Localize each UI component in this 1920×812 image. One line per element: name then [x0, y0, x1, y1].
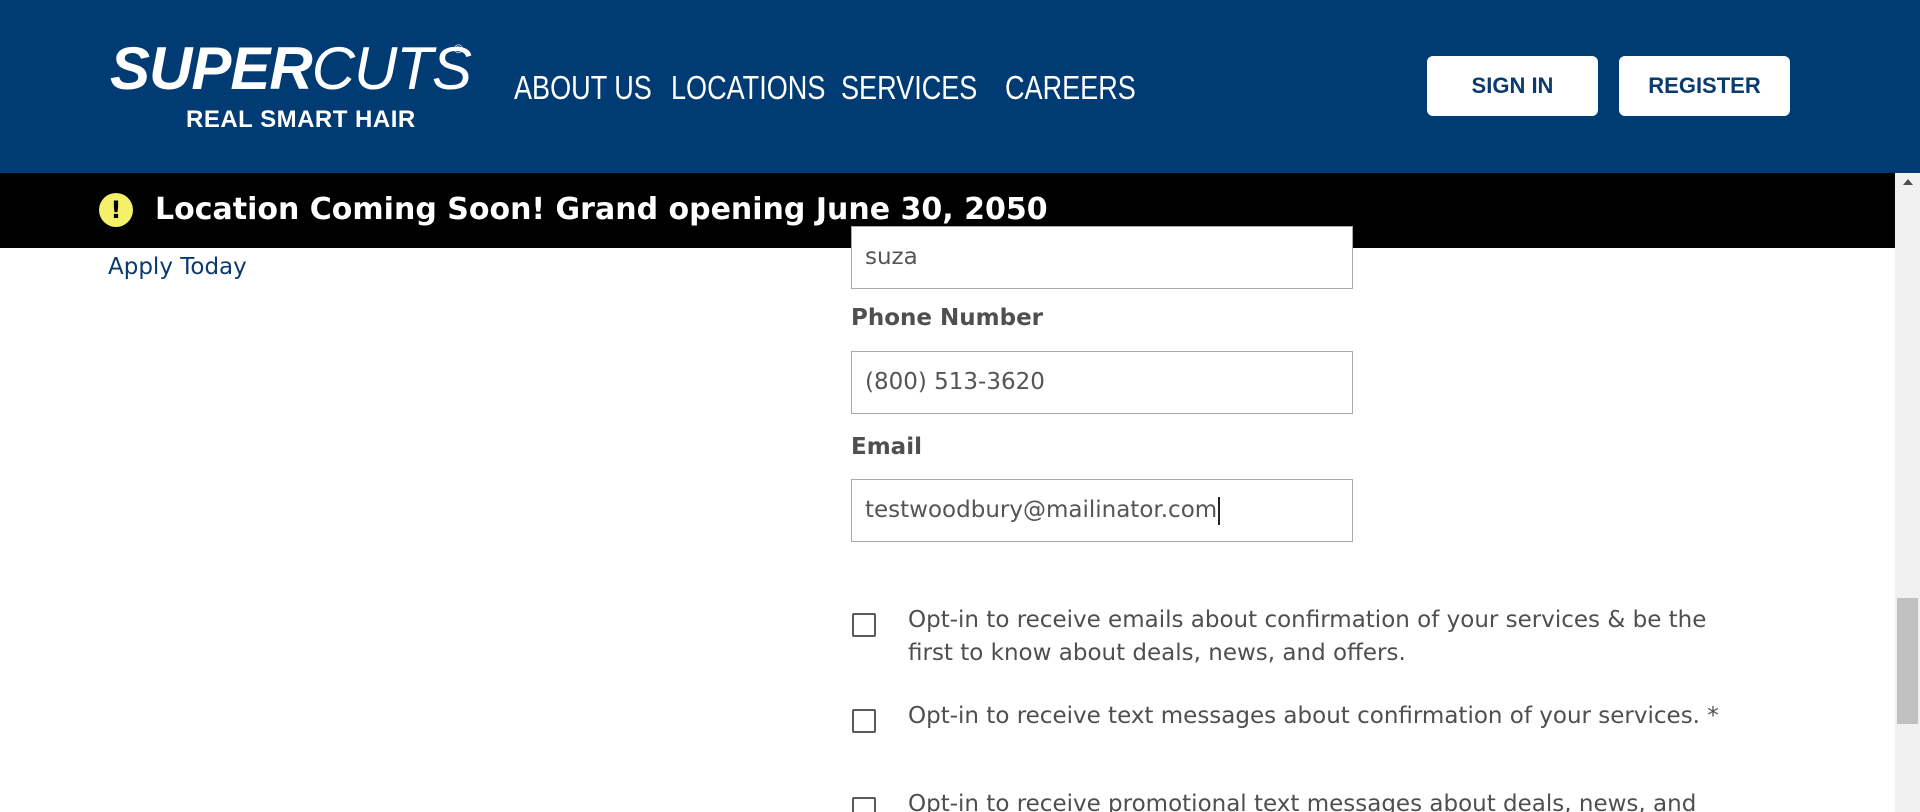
optin-emails-checkbox[interactable]	[852, 613, 876, 637]
page: SUPERCUTS ® REAL SMART HAIR ABOUT US LOC…	[0, 0, 1920, 812]
optin-text-messages-checkbox[interactable]	[852, 709, 876, 733]
page-scrollbar[interactable]	[1895, 173, 1920, 812]
email-input[interactable]: testwoodbury@mailinator.com	[851, 479, 1353, 542]
sign-in-button[interactable]: SIGN IN	[1427, 56, 1598, 116]
scrollbar-thumb[interactable]	[1897, 598, 1918, 724]
phone-number-value: (800) 513-3620	[865, 369, 1045, 395]
optin-promotional-texts-label: Opt-in to receive promotional text messa…	[908, 791, 1697, 812]
nav-item-about-us[interactable]: ABOUT US	[514, 68, 652, 108]
scroll-up-arrow-icon[interactable]	[1903, 179, 1913, 185]
last-name-input[interactable]: suza	[851, 226, 1353, 289]
nav-item-services[interactable]: SERVICES	[841, 68, 977, 108]
register-button[interactable]: REGISTER	[1619, 56, 1790, 116]
optin-emails-label: Opt-in to receive emails about confirmat…	[908, 607, 1707, 666]
apply-today-link[interactable]: Apply Today	[108, 254, 247, 280]
optin-promotional-texts-checkbox[interactable]	[852, 797, 876, 812]
email-value: testwoodbury@mailinator.com	[865, 497, 1218, 523]
phone-number-input[interactable]: (800) 513-3620	[851, 351, 1353, 414]
registered-mark: ®	[454, 42, 463, 56]
site-header: SUPERCUTS ® REAL SMART HAIR ABOUT US LOC…	[0, 0, 1920, 173]
text-cursor	[1218, 496, 1221, 525]
nav-item-careers[interactable]: CAREERS	[1005, 68, 1136, 108]
supercuts-logo[interactable]: SUPERCUTS ® REAL SMART HAIR	[110, 35, 472, 136]
logo-wordmark-bold: SUPER	[110, 35, 313, 102]
optin-text-messages-label: Opt-in to receive text messages about co…	[908, 703, 1719, 729]
nav-item-locations[interactable]: LOCATIONS	[671, 68, 825, 108]
email-label: Email	[851, 434, 922, 460]
exclamation-circle-icon: !	[99, 193, 133, 227]
logo-wordmark-light: CUTS	[311, 35, 472, 102]
logo-tagline: REAL SMART HAIR	[186, 106, 416, 133]
logo-wordmark: SUPERCUTS	[110, 35, 472, 102]
announcement-text: Location Coming Soon! Grand opening June…	[155, 192, 1048, 227]
last-name-value: suza	[865, 244, 918, 270]
phone-number-label: Phone Number	[851, 305, 1044, 331]
